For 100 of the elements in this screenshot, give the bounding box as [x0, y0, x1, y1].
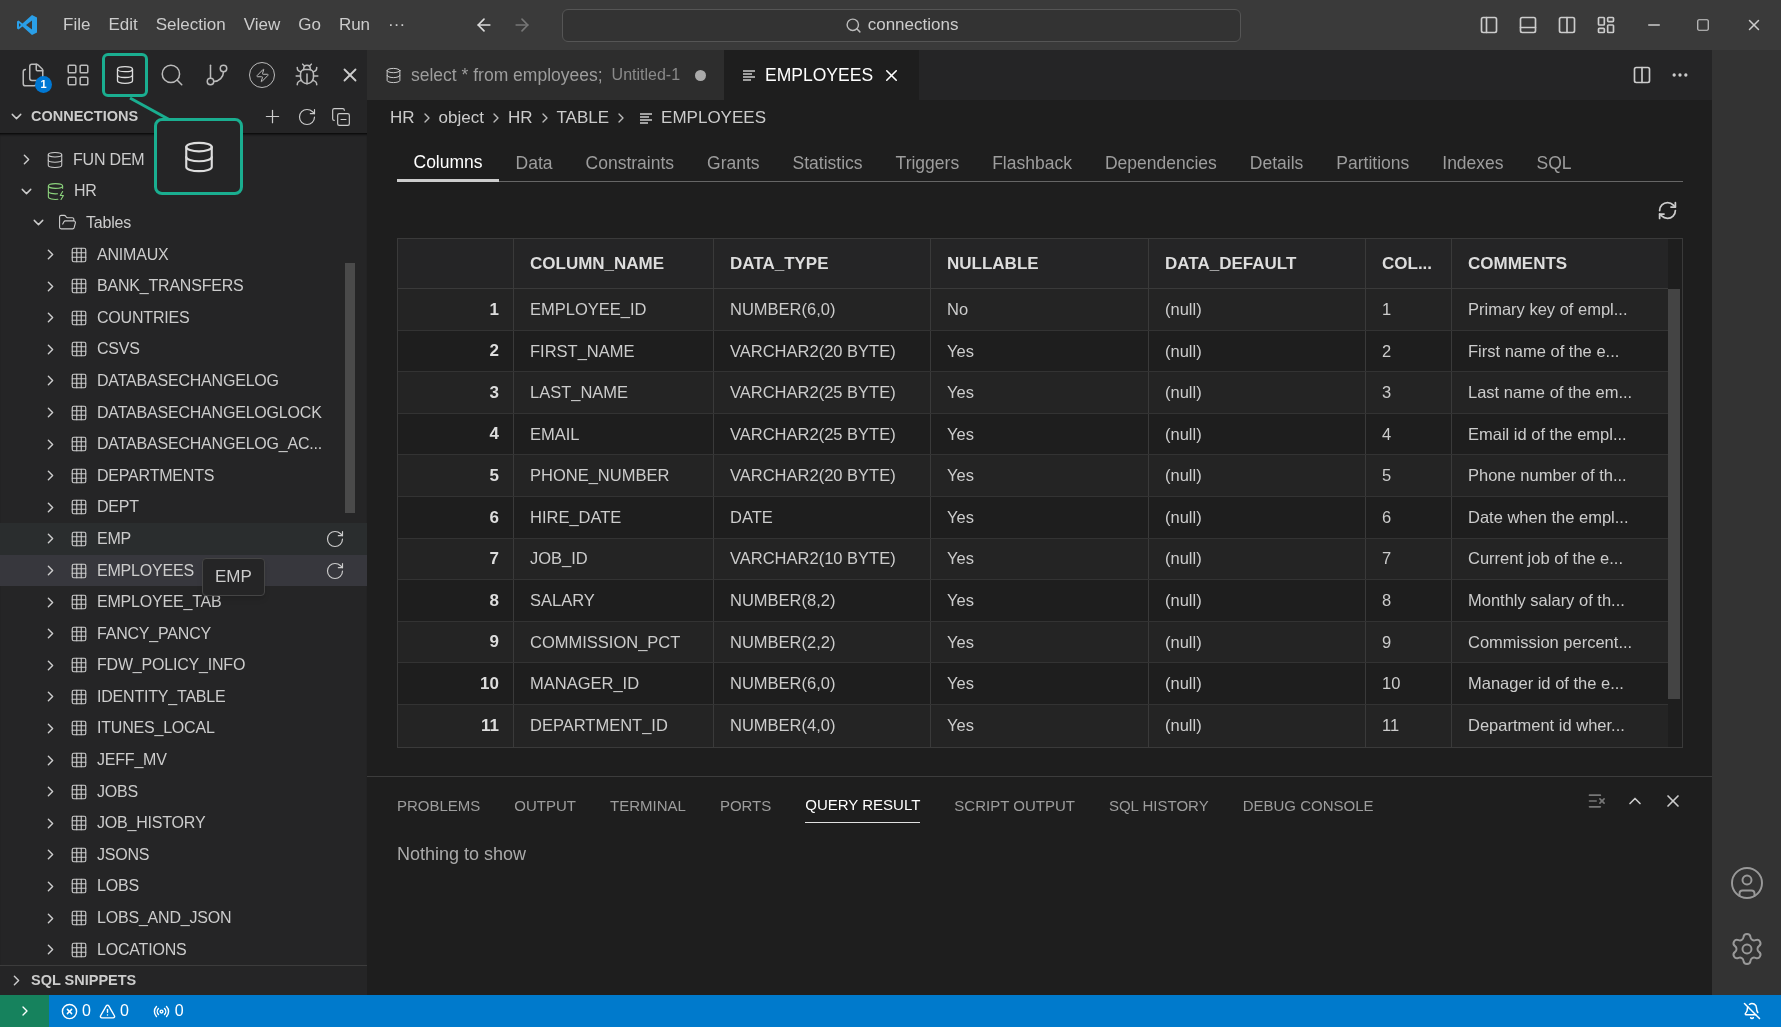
menu-item[interactable]: View — [234, 10, 290, 40]
debug-icon[interactable] — [294, 62, 320, 88]
panel-tab[interactable]: OUTPUT — [514, 789, 577, 823]
tree-item[interactable]: HR — [0, 175, 367, 208]
menu-item[interactable]: Go — [289, 10, 330, 40]
menu-item[interactable]: Run — [329, 10, 380, 40]
detail-tab[interactable]: Columns — [397, 145, 500, 182]
tree-item[interactable]: LOBS — [0, 870, 367, 903]
tree-item[interactable]: JOBS — [0, 775, 367, 808]
table-icon — [70, 656, 88, 675]
detail-tab[interactable]: Details — [1233, 145, 1320, 182]
breadcrumb-item[interactable]: TABLE — [556, 104, 610, 131]
split-layout-icon[interactable] — [1557, 15, 1577, 35]
table-icon — [70, 245, 88, 264]
tree-item[interactable]: JOB_HISTORY — [0, 807, 367, 840]
command-center-field[interactable]: connections — [562, 8, 1242, 42]
menu-item[interactable]: ··· — [379, 10, 415, 40]
menu-item[interactable]: Selection — [146, 10, 235, 40]
tree-item[interactable]: BANK_TRANSFERS — [0, 270, 367, 302]
ports-status[interactable]: 0 — [152, 999, 184, 1023]
database-tool-button[interactable] — [102, 53, 148, 97]
table-cell: HIRE_DATE — [514, 496, 714, 538]
detail-tab[interactable]: Dependencies — [1088, 145, 1234, 182]
panel-tab[interactable]: SQL HISTORY — [1108, 789, 1209, 823]
panel-tab[interactable]: TERMINAL — [610, 789, 686, 823]
explorer-icon[interactable] — [20, 62, 46, 88]
breadcrumb-item[interactable]: EMPLOYEES — [661, 104, 766, 131]
tree-item[interactable]: DATABASECHANGELOG — [0, 365, 367, 397]
detail-tab[interactable]: Triggers — [879, 145, 976, 182]
problems-status[interactable]: 0 0 — [61, 999, 129, 1023]
section-header[interactable]: CONNECTIONS — [0, 100, 367, 133]
tree-item-label: CSVS — [97, 339, 140, 360]
tree-item[interactable]: ANIMAUX — [0, 238, 367, 271]
table-cell: 10 — [1366, 663, 1452, 704]
refresh-icon[interactable] — [297, 106, 317, 127]
column-header[interactable]: NULLABLE — [931, 239, 1149, 288]
panel-toggle-icon[interactable] — [1518, 15, 1538, 35]
column-header[interactable]: DATA_TYPE — [714, 239, 931, 288]
panel-tab[interactable]: DEBUG CONSOLE — [1242, 789, 1374, 823]
panel-tab[interactable]: QUERY RESULT — [805, 789, 921, 823]
column-header[interactable]: COLUMN_NAME — [514, 239, 714, 288]
tree-item[interactable]: LOCATIONS — [0, 933, 367, 965]
refresh-icon[interactable] — [325, 528, 345, 549]
tree-item-label: JOBS — [97, 781, 138, 802]
tree-item[interactable]: FANCY_PANCY — [0, 617, 367, 650]
detail-tab[interactable]: Grants — [690, 145, 777, 182]
tree-item[interactable]: JSONS — [0, 839, 367, 871]
tree-item[interactable]: LOBS_AND_JSON — [0, 902, 367, 934]
layout-icon[interactable] — [1596, 15, 1616, 35]
panel-tab[interactable]: SCRIPT OUTPUT — [954, 789, 1075, 823]
tree-item[interactable]: ITUNES_LOCAL — [0, 712, 367, 745]
refresh-icon[interactable] — [1657, 199, 1678, 221]
panel-tab[interactable]: PORTS — [719, 789, 772, 823]
detail-tab[interactable]: Partitions — [1319, 145, 1426, 182]
tree-item[interactable]: DATABASECHANGELOGLOCK — [0, 396, 367, 429]
column-header[interactable]: DATA_DEFAULT — [1149, 239, 1366, 288]
tree-item[interactable]: CSVS — [0, 333, 367, 366]
tree-item[interactable]: FUN DEM — [0, 144, 367, 176]
scrollbar-thumb[interactable] — [1668, 289, 1680, 699]
column-header[interactable]: COL... — [1366, 239, 1452, 288]
source-control-icon[interactable] — [204, 62, 230, 88]
editor-tab[interactable]: EMPLOYEES — [724, 50, 920, 100]
tree-item[interactable]: Tables — [0, 207, 367, 239]
detail-tab[interactable]: Data — [499, 145, 570, 182]
detail-tab[interactable]: SQL — [1520, 145, 1589, 182]
menu-item[interactable]: Edit — [99, 10, 147, 40]
detail-tab[interactable]: Constraints — [569, 145, 691, 182]
tree-item[interactable]: EMP — [0, 523, 367, 555]
detail-tab[interactable]: Indexes — [1425, 145, 1521, 182]
account-icon[interactable] — [1728, 865, 1765, 901]
column-header[interactable]: COMMENTS — [1452, 239, 1668, 288]
tree-item[interactable]: DATABASECHANGELOG_AC... — [0, 428, 367, 460]
sidebar-toggle-icon[interactable] — [1479, 15, 1499, 35]
clear-list-icon[interactable] — [1587, 791, 1607, 811]
detail-tab[interactable]: Statistics — [776, 145, 880, 182]
tree-item[interactable]: IDENTITY_TABLE — [0, 681, 367, 713]
extensions-icon[interactable] — [65, 62, 91, 88]
split-editor-icon[interactable] — [1632, 65, 1652, 85]
table-cell: MANAGER_ID — [514, 663, 714, 704]
table-icon — [70, 877, 88, 896]
tree-item[interactable]: FDW_POLICY_INFO — [0, 649, 367, 682]
breadcrumb-item[interactable]: HR — [507, 104, 533, 131]
tree-item[interactable]: DEPT — [0, 491, 367, 524]
table-cell-text: Current job of the e... — [1467, 548, 1624, 570]
menu-item[interactable]: File — [54, 10, 100, 40]
tree-item[interactable]: JEFF_MV — [0, 744, 367, 776]
search-icon[interactable] — [159, 62, 185, 88]
breadcrumb-item[interactable]: HR — [390, 104, 415, 131]
tree-item[interactable]: COUNTRIES — [0, 301, 367, 334]
scrollbar-thumb[interactable] — [345, 263, 355, 513]
tree-item[interactable]: DEPARTMENTS — [0, 459, 367, 492]
editor-tab[interactable]: select * from employees; Untitled-1 — [367, 50, 725, 100]
maximize-icon[interactable] — [1696, 18, 1710, 32]
breadcrumb-item[interactable]: object — [438, 104, 484, 131]
detail-tab[interactable]: Flashback — [975, 145, 1089, 182]
table-cell: 1 — [1366, 289, 1452, 330]
collapse-all-icon[interactable] — [331, 106, 351, 127]
refresh-icon[interactable] — [325, 560, 345, 581]
notifications-icon[interactable] — [1743, 1002, 1761, 1020]
panel-tab[interactable]: PROBLEMS — [397, 789, 481, 823]
